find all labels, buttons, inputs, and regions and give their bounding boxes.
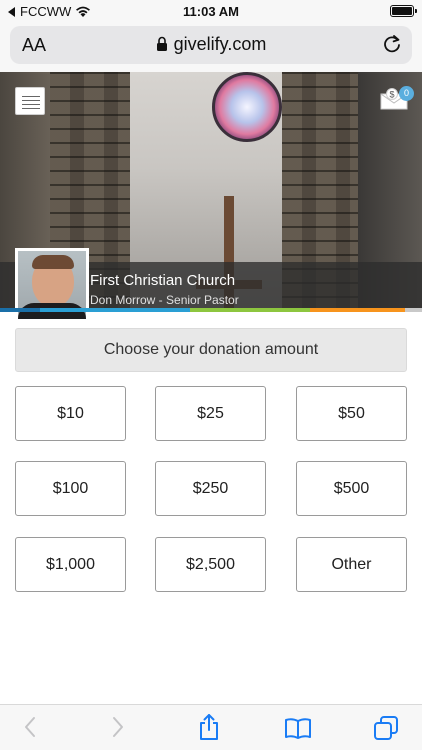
amount-button-other[interactable]: Other (296, 537, 407, 592)
tabs-icon[interactable] (373, 715, 399, 741)
status-bar: FCCWW 11:03 AM (0, 0, 422, 24)
message-count-badge: 0 (399, 86, 414, 101)
forward-icon[interactable] (110, 715, 126, 739)
browser-toolbar (0, 704, 422, 750)
donation-header: Choose your donation amount (15, 328, 407, 372)
amount-button-50[interactable]: $50 (296, 386, 407, 441)
bookmarks-icon[interactable] (284, 717, 312, 739)
brand-color-strip (0, 308, 422, 312)
amount-button-25[interactable]: $25 (155, 386, 266, 441)
battery-icon (390, 5, 417, 17)
rose-window (212, 72, 282, 142)
address-bar-area: AA givelify.com (0, 24, 422, 72)
url-text: givelify.com (173, 34, 267, 54)
status-time: 11:03 AM (183, 4, 239, 19)
svg-text:$: $ (389, 90, 394, 100)
amount-button-100[interactable]: $100 (15, 461, 126, 516)
amount-button-1000[interactable]: $1,000 (15, 537, 126, 592)
church-name: First Christian Church (90, 272, 236, 289)
share-icon[interactable] (197, 713, 221, 741)
address-bar[interactable]: AA givelify.com (10, 26, 412, 64)
amount-button-10[interactable]: $10 (15, 386, 126, 441)
lock-icon (156, 36, 167, 51)
strip-segment (405, 308, 422, 312)
amount-button-250[interactable]: $250 (155, 461, 266, 516)
strip-segment (0, 308, 40, 312)
amount-button-2500[interactable]: $2,500 (155, 537, 266, 592)
strip-segment (190, 308, 310, 312)
strip-segment (310, 308, 405, 312)
pastor-name: Don Morrow - Senior Pastor (90, 293, 239, 307)
url-display[interactable]: givelify.com (10, 34, 412, 55)
reload-icon[interactable] (382, 34, 402, 54)
amount-button-500[interactable]: $500 (296, 461, 407, 516)
menu-icon[interactable] (15, 87, 45, 115)
strip-segment (40, 308, 190, 312)
back-icon[interactable] (22, 715, 38, 739)
